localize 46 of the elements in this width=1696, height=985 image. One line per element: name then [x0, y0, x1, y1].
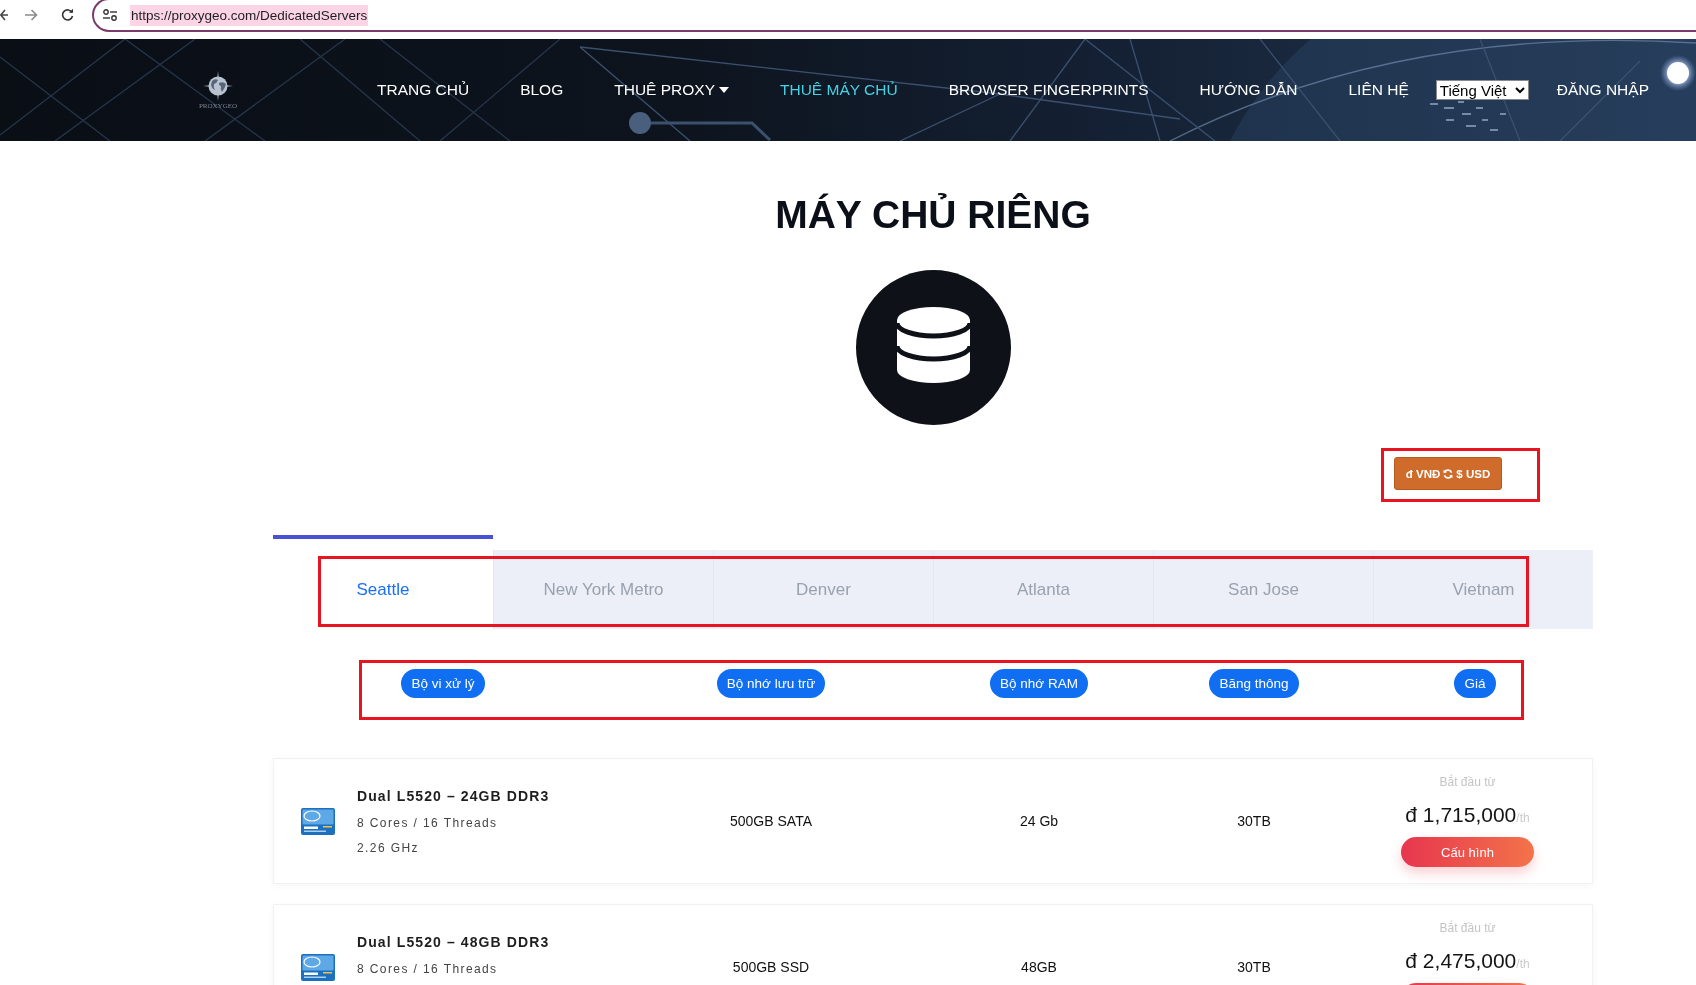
server-name: Dual L5520 – 24GB DDR3 — [357, 787, 550, 806]
ram-text: 24 Gb — [1019, 813, 1059, 829]
nav-link[interactable]: THUÊ MÁY CHỦ — [780, 81, 898, 99]
back-arrow-icon[interactable] — [0, 8, 9, 22]
column-header: Bộ vi xử lý — [401, 669, 485, 698]
nav-link[interactable]: HƯỚNG DẪN — [1199, 81, 1298, 99]
price-unit: /th — [1516, 811, 1530, 827]
column-header: Băng thông — [1209, 669, 1299, 698]
price-label: Bắt đầu từ — [1439, 774, 1496, 790]
server-name: Dual L5520 – 48GB DDR3 — [357, 933, 550, 952]
ram-text: 48GB — [1021, 959, 1057, 975]
language-select[interactable]: Tiếng Việt — [1435, 80, 1529, 100]
address-bar[interactable]: https://proxygeo.com/DedicatedServers — [92, 0, 1696, 32]
column-header: Giá — [1454, 669, 1496, 698]
chevron-down-icon — [1514, 86, 1525, 94]
glowing-light-icon — [1660, 55, 1696, 91]
caret-down-icon — [719, 87, 729, 93]
cpu-cores-text: 8 Cores / 16 Threads — [357, 961, 498, 978]
price-label: Bắt đầu từ — [1439, 920, 1496, 936]
nav-link[interactable]: LIÊN HỆ — [1348, 81, 1409, 99]
reload-icon[interactable] — [61, 8, 74, 21]
database-icon — [855, 270, 1011, 425]
bandwidth-text: 30TB — [1237, 813, 1271, 829]
column-header: Bộ nhớ lưu trữ — [716, 669, 826, 698]
nav-link[interactable]: BROWSER FINGERPRINTS — [948, 81, 1149, 99]
nav-link[interactable]: BLOG — [520, 81, 564, 99]
site-settings-icon[interactable] — [103, 9, 117, 21]
login-link[interactable]: ĐĂNG NHẬP — [1556, 81, 1649, 99]
processor-logo-icon — [301, 808, 335, 835]
cpu-cores-text: 8 Cores / 16 Threads — [357, 815, 498, 832]
page-title: MÁY CHỦ RIÊNG — [775, 192, 1091, 238]
forward-arrow-icon[interactable] — [24, 8, 38, 22]
nav-link[interactable]: THUÊ PROXY — [614, 81, 729, 99]
currency-toggle-button[interactable]: đ VNĐ $ USD — [1394, 457, 1502, 490]
price-unit: /th — [1516, 957, 1530, 973]
exchange-icon — [1443, 468, 1454, 479]
processor-logo-icon — [301, 954, 335, 981]
storage-text: 500GB SATA — [730, 813, 812, 829]
storage-text: 500GB SSD — [732, 959, 810, 975]
configure-button[interactable]: Cấu hình — [1401, 837, 1534, 867]
price-text: đ 2,475,000 — [1405, 948, 1517, 974]
price-text: đ 1,715,000 — [1405, 802, 1517, 828]
bandwidth-text: 30TB — [1237, 959, 1271, 975]
nav-link[interactable]: TRANG CHỦ — [377, 81, 470, 99]
cpu-clock-text: 2.26 GHz — [357, 840, 419, 857]
column-header: Bộ nhớ RAM — [990, 669, 1088, 698]
